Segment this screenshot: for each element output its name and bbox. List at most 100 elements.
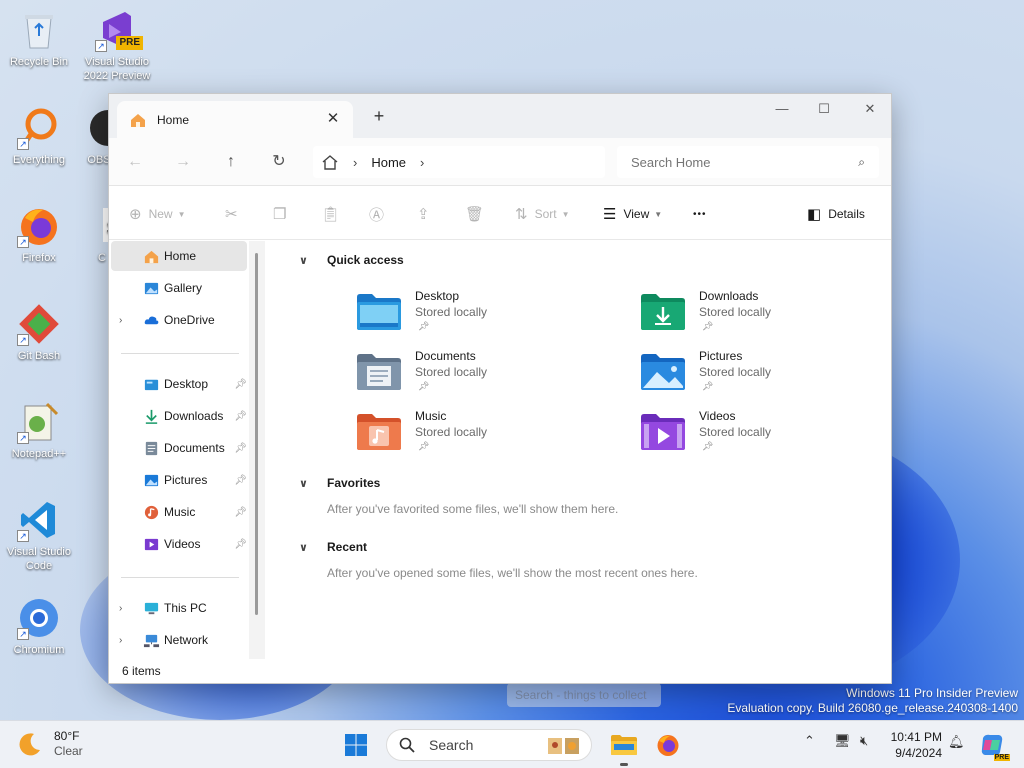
desktop-icon-c[interactable]: $ C [86, 204, 108, 265]
shortcut-arrow-icon: ↗ [17, 530, 29, 542]
pin-icon[interactable]: 📌︎ [234, 539, 247, 550]
moon-icon [19, 733, 40, 756]
refresh-button[interactable]: ↻ [267, 150, 291, 174]
pin-icon[interactable]: 📌︎ [234, 379, 247, 390]
back-button[interactable]: ← [123, 150, 147, 174]
quick-access-item-desktop[interactable]: Desktop Stored locally 📌︎ [357, 289, 617, 345]
share-button[interactable]: ⇪ [417, 204, 437, 224]
new-tab-button[interactable]: + [371, 107, 387, 125]
breadcrumb-home[interactable]: Home [371, 155, 406, 170]
desktop-icon-chromium[interactable]: ↗ Chromium [1, 596, 77, 657]
sidebar-item-downloads[interactable]: Downloads 📌︎ [111, 401, 247, 431]
volume-muted-icon[interactable]: 🔇︎ [860, 733, 868, 749]
chevron-right-icon[interactable]: › [119, 635, 122, 646]
desktop-folder-icon [144, 379, 159, 390]
maximize-button[interactable]: ☐ [801, 94, 847, 124]
quick-access-item-videos[interactable]: Videos Stored locally 📌︎ [641, 409, 901, 465]
pin-icon[interactable]: 📌︎ [234, 507, 247, 518]
explorer-body: Home Gallery › OneDrive Desktop 📌︎ Downl… [109, 241, 891, 659]
home-outline-icon [322, 155, 338, 170]
shortcut-arrow-icon: ↗ [17, 236, 29, 248]
quick-access-item-music[interactable]: Music Stored locally 📌︎ [357, 409, 617, 465]
new-button[interactable]: ⊕ New ▼ [129, 204, 186, 224]
tab-home[interactable]: Home ✕ [117, 101, 353, 138]
sort-button[interactable]: ⇅ Sort ▼ [515, 204, 570, 224]
taskbar-search[interactable]: Search [386, 729, 592, 761]
chevron-right-icon[interactable]: › [119, 315, 122, 326]
sidebar-item-home[interactable]: Home [111, 241, 247, 271]
rename-button[interactable]: Ⓐ [369, 204, 391, 224]
title-bar: Home ✕ + — ☐ ✕ [109, 94, 891, 138]
notifications-bell-icon[interactable]: 🔔︎ [948, 734, 965, 750]
home-icon [131, 113, 145, 127]
desktop-icon-visual-studio-code[interactable]: ↗ Visual Studio Code [1, 498, 77, 573]
details-pane-button[interactable]: ◧ Details [807, 204, 865, 224]
delete-button[interactable]: 🗑︎ [465, 204, 491, 224]
recent-header[interactable]: ∨ Recent [299, 540, 367, 554]
navigation-pane-scrollbar[interactable] [255, 253, 258, 615]
file-explorer-icon [611, 735, 637, 755]
sidebar-item-videos[interactable]: Videos 📌︎ [111, 529, 247, 559]
desktop-icon-firefox[interactable]: ↗ Firefox [1, 204, 77, 265]
desktop-icon-notepad-plus-plus[interactable]: ↗ Notepad++ [1, 400, 77, 461]
pictures-folder-icon [641, 354, 685, 390]
shortcut-arrow-icon: ↗ [95, 40, 107, 52]
app-icon: $ [86, 204, 108, 248]
sidebar-item-documents[interactable]: Documents 📌︎ [111, 433, 247, 463]
desktop-icon-git-bash[interactable]: ↗ Git Bash [1, 302, 77, 363]
videos-icon [144, 538, 159, 550]
pin-icon[interactable]: 📌︎ [234, 411, 247, 422]
sidebar-item-this-pc[interactable]: › This PC [111, 593, 247, 623]
desktop-icon-recycle-bin[interactable]: Recycle Bin [1, 8, 77, 69]
view-button[interactable]: ☰ View ▼ [603, 204, 662, 224]
cut-icon: ✂ [225, 206, 238, 223]
sidebar-item-onedrive[interactable]: › OneDrive [111, 305, 247, 335]
weather-widget[interactable]: 80°F Clear [16, 729, 83, 759]
search-highlight-icon [548, 738, 579, 754]
git-bash-icon: ↗ [17, 302, 61, 346]
taskbar-file-explorer[interactable] [608, 729, 640, 761]
quick-access-item-documents[interactable]: Documents Stored locally 📌︎ [357, 349, 617, 405]
minimize-button[interactable]: — [759, 94, 805, 124]
taskbar-firefox[interactable] [652, 729, 684, 761]
paste-button[interactable]: 📋︎ [321, 204, 347, 224]
navigation-pane: Home Gallery › OneDrive Desktop 📌︎ Downl… [109, 241, 265, 659]
up-button[interactable]: ↑ [219, 150, 243, 174]
chevron-right-icon[interactable]: › [420, 155, 424, 170]
system-clock[interactable]: 10:41 PM 9/4/2024 [884, 729, 942, 761]
close-tab-icon[interactable]: ✕ [325, 111, 341, 127]
start-button[interactable] [340, 729, 372, 761]
close-window-button[interactable]: ✕ [847, 94, 893, 124]
copy-button[interactable]: ❐ [273, 204, 293, 224]
network-status-icon[interactable]: 🖥︎ [834, 733, 851, 749]
sidebar-item-music[interactable]: Music 📌︎ [111, 497, 247, 527]
copilot-button[interactable]: PRE [976, 729, 1010, 761]
desktop-icon-visual-studio-2022-preview[interactable]: PRE ↗ Visual Studio 2022 Preview [79, 8, 155, 83]
cut-button[interactable]: ✂ [225, 204, 245, 224]
sidebar-item-gallery[interactable]: Gallery [111, 273, 247, 303]
address-bar[interactable]: › Home › [313, 146, 605, 178]
chevron-right-icon[interactable]: › [119, 603, 122, 614]
quick-access-item-pictures[interactable]: Pictures Stored locally 📌︎ [641, 349, 901, 405]
favorites-header[interactable]: ∨ Favorites [299, 476, 380, 490]
sidebar-item-pictures[interactable]: Pictures 📌︎ [111, 465, 247, 495]
windows-watermark: Windows 11 Pro Insider Preview Evaluatio… [727, 686, 1018, 715]
item-count: 6 items [122, 664, 161, 678]
more-options-button[interactable]: ••• [693, 204, 707, 224]
search-box[interactable]: ⌕ [617, 146, 879, 178]
chevron-down-icon: ∨ [299, 254, 308, 267]
rename-icon: Ⓐ [369, 206, 385, 224]
forward-button[interactable]: → [171, 150, 195, 174]
search-input[interactable] [631, 154, 841, 170]
quick-access-header[interactable]: ∨ Quick access [299, 253, 404, 267]
sidebar-item-network[interactable]: › Network [111, 625, 247, 655]
desktop-icon-everything[interactable]: ↗ Everything [1, 106, 77, 167]
desktop-icon-obs[interactable]: OBS [72, 106, 112, 167]
pin-icon[interactable]: 📌︎ [234, 443, 247, 454]
pin-icon[interactable]: 📌︎ [234, 475, 247, 486]
quick-access-item-downloads[interactable]: Downloads Stored locally 📌︎ [641, 289, 901, 345]
notepad-plus-plus-icon: ↗ [17, 400, 61, 444]
sidebar-item-desktop[interactable]: Desktop 📌︎ [111, 369, 247, 399]
home-icon [144, 250, 159, 263]
show-hidden-icons-button[interactable]: ⌃ [804, 733, 815, 749]
